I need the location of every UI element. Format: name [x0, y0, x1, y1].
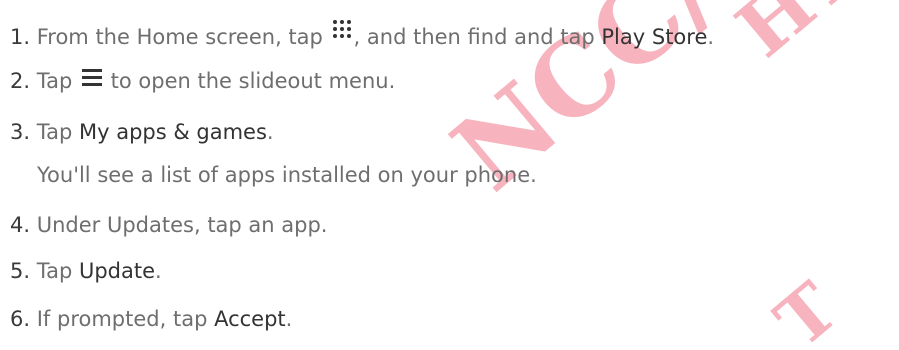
app-grid-icon	[331, 18, 353, 40]
step-text: Tap	[36, 120, 73, 144]
my-apps-games-label: My apps & games	[78, 120, 267, 144]
step-4: 4. Under Updates, tap an app.	[10, 210, 327, 240]
step-text: .	[707, 25, 715, 49]
step-1: 1. From the Home screen, tap , and then …	[10, 18, 714, 52]
step-text: to open the slideout menu.	[110, 69, 396, 93]
step-number: 4.	[10, 213, 31, 237]
step-6: 6. If prompted, tap Accept.	[10, 304, 292, 334]
step-number: 1.	[10, 25, 31, 49]
step-number: 2.	[10, 69, 31, 93]
step-number: 3.	[10, 120, 31, 144]
step-text: If prompted, tap	[36, 307, 208, 331]
step-3-note: You'll see a list of apps installed on y…	[37, 163, 537, 187]
step-text: Tap	[36, 259, 73, 283]
step-number: 5.	[10, 259, 31, 283]
step-5: 5. Tap Update.	[10, 256, 162, 286]
watermark-text-secondary: HTC	[720, 0, 899, 74]
step-3: 3. Tap My apps & games.	[10, 117, 274, 147]
step-text: .	[155, 259, 162, 283]
step-number: 6.	[10, 307, 31, 331]
step-text: Tap	[36, 69, 73, 93]
step-text: Under Updates, tap an app.	[36, 213, 328, 237]
step-text: , and then find and tap	[353, 25, 595, 49]
play-store-label: Play Store	[601, 25, 708, 49]
menu-icon	[81, 69, 102, 87]
step-text: From the Home screen, tap	[36, 25, 323, 49]
accept-label: Accept	[214, 307, 286, 331]
instructions-page: NCC/CE/FCC HTC T 1. From the Home screen…	[0, 0, 899, 350]
step-text: .	[285, 307, 293, 331]
watermark-text-tertiary: T	[760, 266, 854, 350]
update-label: Update	[78, 259, 156, 283]
step-2: 2. Tap to open the slideout menu.	[10, 66, 395, 96]
step-text: .	[266, 120, 274, 144]
